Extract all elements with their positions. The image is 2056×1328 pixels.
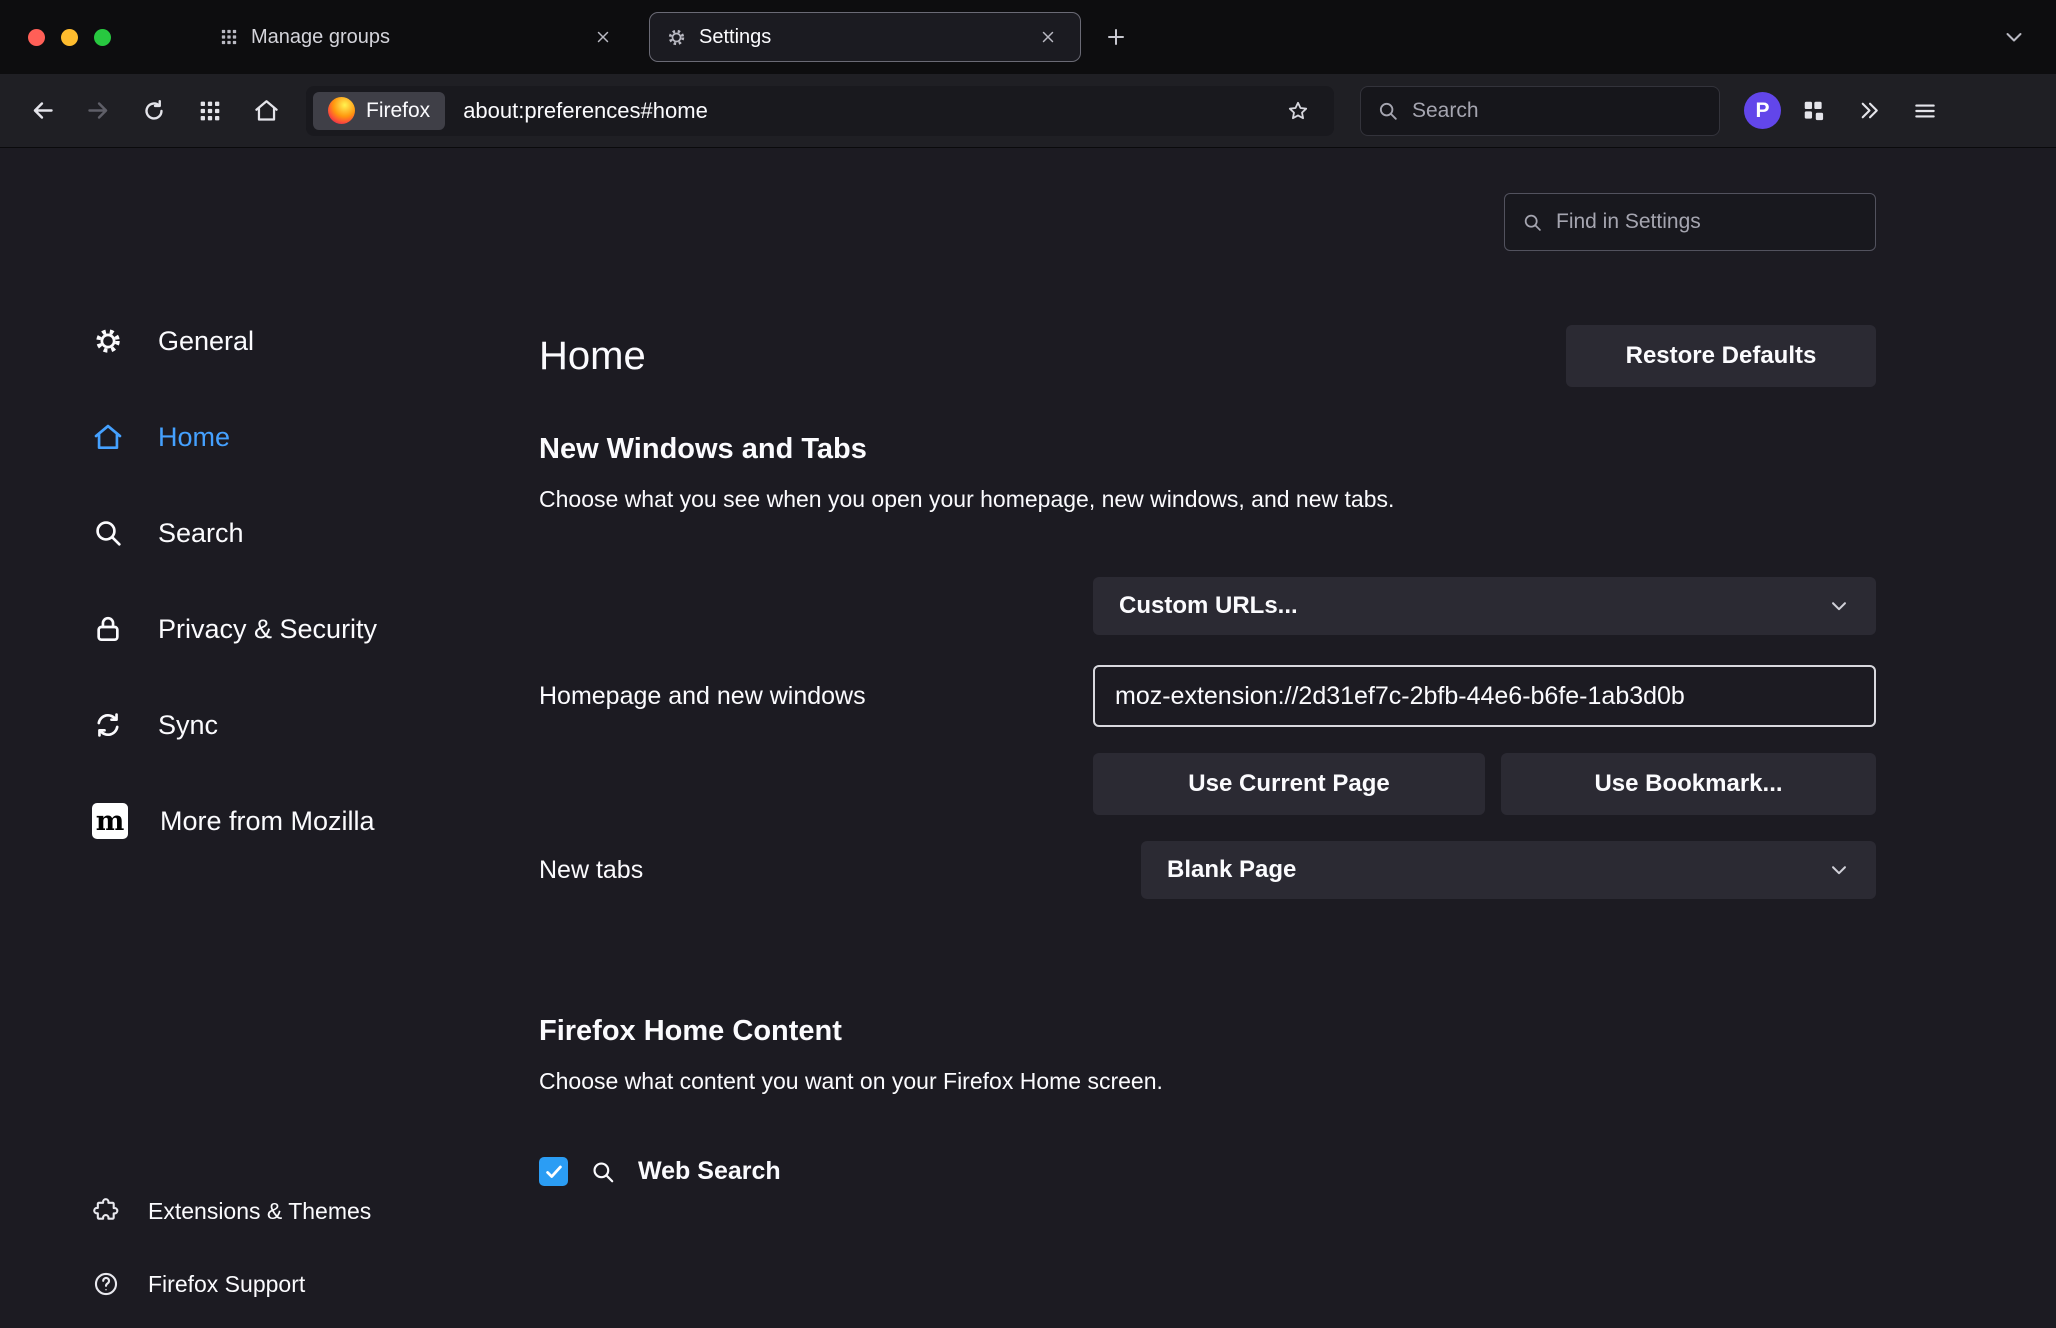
chevron-down-icon (1828, 859, 1850, 881)
sidebar-item-label: Home (158, 422, 230, 453)
web-search-checkbox[interactable] (539, 1157, 568, 1186)
close-window-button[interactable] (28, 29, 45, 46)
home-icon (92, 421, 126, 453)
restore-defaults-button[interactable]: Restore Defaults (1566, 325, 1876, 387)
site-identity-chip[interactable]: Firefox (313, 92, 445, 130)
sidebar-item-home[interactable]: Home (92, 401, 512, 473)
firefox-logo-icon (328, 97, 355, 124)
search-icon (1377, 100, 1399, 122)
sidebar-item-more-from-mozilla[interactable]: m More from Mozilla (92, 785, 512, 857)
list-all-tabs-button[interactable] (1992, 15, 2036, 59)
web-search-setting-row: Web Search (539, 1157, 1876, 1186)
profile-avatar[interactable]: P (1744, 92, 1781, 129)
home-settings-panel: Home Restore Defaults New Windows and Ta… (539, 148, 1876, 1234)
sidebar-item-firefox-support[interactable]: Firefox Support (92, 1255, 371, 1313)
tab-label: Settings (699, 26, 1020, 49)
site-identity-label: Firefox (366, 99, 430, 123)
mozilla-logo-icon: m (92, 803, 128, 839)
search-icon (590, 1159, 616, 1185)
reload-button[interactable] (130, 87, 178, 135)
grid-icon (219, 27, 239, 47)
section-heading-new-windows-tabs: New Windows and Tabs (539, 433, 1876, 466)
homepage-form: Custom URLs... Homepage and new windows … (539, 577, 1876, 899)
question-icon (92, 1270, 120, 1298)
lock-icon (92, 613, 126, 645)
tab-settings[interactable]: Settings (649, 12, 1081, 62)
section-description: Choose what content you want on your Fir… (539, 1068, 1876, 1095)
bookmark-star-icon[interactable] (1278, 91, 1318, 131)
settings-sidebar: General Home Search Privacy & Security S… (92, 305, 512, 881)
tab-strip: Manage groups Settings (203, 12, 1081, 62)
url-bar[interactable]: Firefox about:preferences#home (306, 86, 1334, 136)
sidebar-item-sync[interactable]: Sync (92, 689, 512, 761)
extensions-icon[interactable] (1789, 87, 1837, 135)
new-tabs-label: New tabs (539, 856, 1141, 885)
sidebar-item-general[interactable]: General (92, 305, 512, 377)
chevron-down-icon (1828, 595, 1850, 617)
traffic-lights (28, 29, 111, 46)
zoom-window-button[interactable] (94, 29, 111, 46)
section-heading-firefox-home-content: Firefox Home Content (539, 1015, 1876, 1048)
sidebar-footer-label: Firefox Support (148, 1271, 305, 1298)
sync-icon (92, 709, 126, 741)
homepage-label: Homepage and new windows (539, 682, 1093, 711)
url-text[interactable]: about:preferences#home (463, 98, 1278, 124)
new-tab-button[interactable] (1095, 16, 1137, 58)
sidebar-item-privacy-security[interactable]: Privacy & Security (92, 593, 512, 665)
close-tab-icon[interactable] (1032, 21, 1064, 53)
new-tabs-value: Blank Page (1167, 856, 1296, 884)
gear-icon (666, 27, 687, 48)
window-tab-bar: Manage groups Settings (0, 0, 2056, 74)
apps-grid-icon[interactable] (186, 87, 234, 135)
tab-manage-groups[interactable]: Manage groups (203, 12, 635, 62)
navigation-toolbar: Firefox about:preferences#home P (0, 74, 2056, 148)
search-input[interactable] (1412, 99, 1703, 123)
web-search-label: Web Search (638, 1157, 781, 1186)
menu-hamburger-icon[interactable] (1901, 87, 1949, 135)
sidebar-footer: Extensions & Themes Firefox Support (92, 1182, 371, 1328)
sidebar-item-extensions-themes[interactable]: Extensions & Themes (92, 1182, 371, 1240)
tab-label: Manage groups (251, 26, 575, 49)
sidebar-item-label: Sync (158, 710, 218, 741)
sidebar-item-search[interactable]: Search (92, 497, 512, 569)
homepage-mode-value: Custom URLs... (1119, 592, 1298, 620)
sidebar-item-label: More from Mozilla (160, 806, 375, 837)
section-description: Choose what you see when you open your h… (539, 486, 1876, 513)
sidebar-item-label: Privacy & Security (158, 614, 377, 645)
homepage-url-input[interactable] (1093, 665, 1876, 727)
sidebar-footer-label: Extensions & Themes (148, 1198, 371, 1225)
sidebar-item-label: Search (158, 518, 244, 549)
toolbar-search-field[interactable] (1360, 86, 1720, 136)
settings-page: General Home Search Privacy & Security S… (0, 148, 2056, 1234)
puzzle-icon (92, 1197, 120, 1225)
forward-button[interactable] (74, 87, 122, 135)
page-title: Home (539, 334, 646, 379)
homepage-mode-select[interactable]: Custom URLs... (1093, 577, 1876, 635)
back-button[interactable] (18, 87, 66, 135)
search-icon (92, 517, 126, 549)
minimize-window-button[interactable] (61, 29, 78, 46)
home-button[interactable] (242, 87, 290, 135)
overflow-chevrons-icon[interactable] (1845, 87, 1893, 135)
use-bookmark-button[interactable]: Use Bookmark... (1501, 753, 1876, 815)
gear-icon (92, 325, 126, 357)
sidebar-item-label: General (158, 326, 254, 357)
close-tab-icon[interactable] (587, 21, 619, 53)
new-tabs-select[interactable]: Blank Page (1141, 841, 1876, 899)
use-current-page-button[interactable]: Use Current Page (1093, 753, 1485, 815)
